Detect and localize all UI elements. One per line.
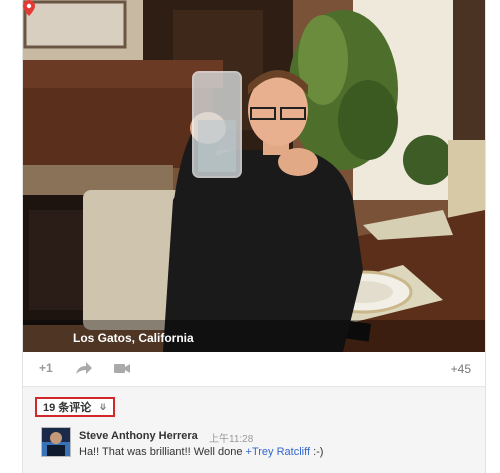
plus-one-button[interactable]: +1 — [39, 361, 53, 375]
map-pin-icon — [23, 0, 35, 16]
avatar[interactable] — [41, 427, 71, 457]
comment-text-body: Ha!! That was brilliant!! Well done — [79, 446, 246, 458]
post-card: Los Gatos, California +1 +45 19 条评论 ⤋ St… — [22, 0, 486, 473]
comment-text: Ha!! That was brilliant!! Well done +Tre… — [79, 446, 323, 458]
post-photo[interactable]: Los Gatos, California — [23, 0, 485, 352]
comment-time[interactable]: 上午11:28 — [209, 430, 253, 445]
plus-count: +45 — [450, 362, 471, 376]
avatar-image — [42, 428, 70, 456]
location-label[interactable]: Los Gatos, California — [73, 331, 194, 345]
dining-room-scene — [23, 0, 485, 352]
comment-text-tail: :-) — [310, 446, 324, 458]
comment-count-toggle[interactable]: 19 条评论 ⤋ — [35, 397, 115, 417]
chevron-down-icon: ⤋ — [99, 401, 107, 412]
mention-link[interactable]: +Trey Ratcliff — [246, 446, 311, 458]
video-camera-icon[interactable] — [113, 361, 131, 375]
share-arrow-icon[interactable] — [75, 361, 93, 375]
comment-count-label: 19 条评论 — [43, 402, 92, 414]
comment-author[interactable]: Steve Anthony Herrera — [79, 430, 198, 442]
post-actions-bar: +1 +45 — [23, 352, 485, 387]
